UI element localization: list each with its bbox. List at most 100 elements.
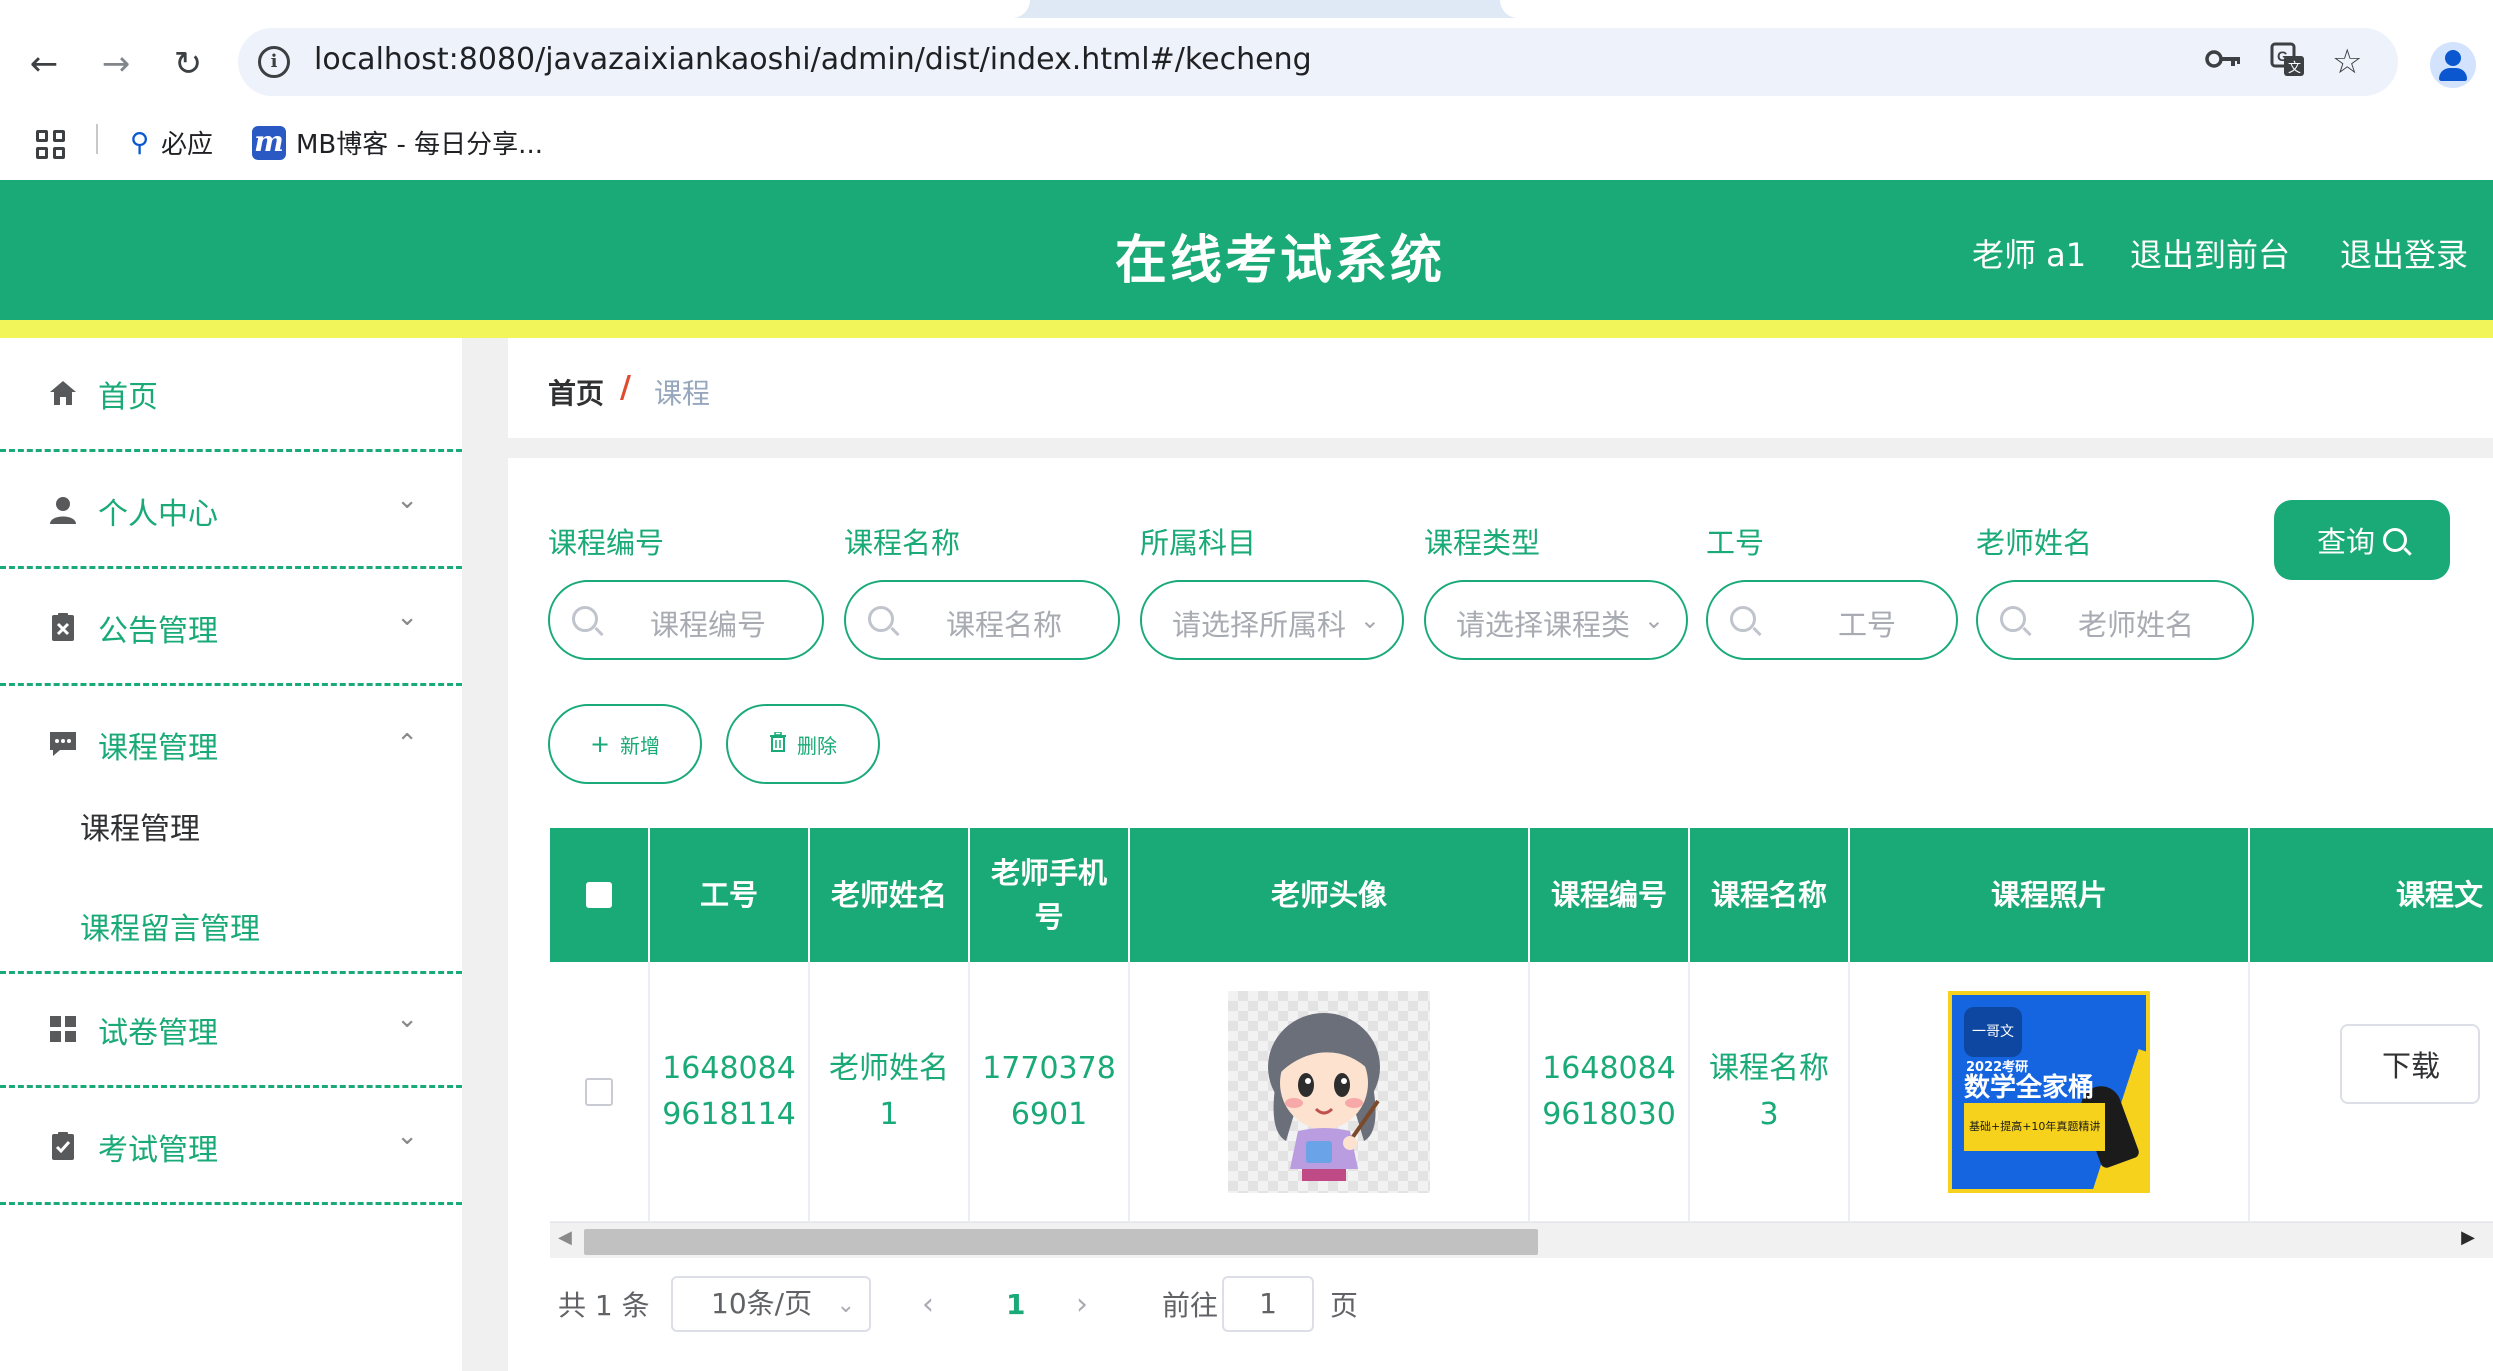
- column-header[interactable]: 工号: [650, 828, 810, 962]
- teacher-avatar-image[interactable]: [1228, 991, 1430, 1193]
- prev-page-icon[interactable]: ‹: [922, 1276, 934, 1332]
- input-placeholder: 课程编号: [650, 608, 767, 642]
- column-header[interactable]: 课程编号: [1530, 828, 1690, 962]
- bookmark-star-icon[interactable]: ☆: [2332, 42, 2362, 82]
- sidebar-item-label: 课程管理: [98, 731, 218, 766]
- chevron-down-icon: ⌄: [396, 1121, 418, 1151]
- logout-link[interactable]: 退出登录: [2340, 230, 2468, 276]
- query-button-label: 查询: [2316, 525, 2375, 559]
- course-code-input[interactable]: 课程编号: [548, 580, 824, 660]
- column-header[interactable]: 课程照片: [1850, 828, 2250, 962]
- bookmark-divider: [96, 124, 98, 154]
- breadcrumb-home[interactable]: 首页: [548, 372, 604, 412]
- back-to-front-link[interactable]: 退出到前台: [2130, 230, 2290, 276]
- staff-id-input[interactable]: 工号: [1706, 580, 1958, 660]
- course-table: 工号 老师姓名 老师手机 号 老师头像 课程编号 课程名称 课程照片 课程文 1…: [550, 828, 2493, 1266]
- course-name-input[interactable]: 课程名称: [844, 580, 1120, 660]
- cell-line: 课程名称: [1709, 1051, 1829, 1086]
- scroll-left-icon[interactable]: ◀: [558, 1227, 572, 1248]
- cell-teacher-name: 老师姓名 1: [810, 962, 970, 1222]
- column-header[interactable]: 课程名称: [1690, 828, 1850, 962]
- download-button[interactable]: 下载: [2340, 1024, 2480, 1104]
- browser-toolbar: ← → ↻ i localhost:8080/javazaixiankaoshi…: [0, 18, 2493, 110]
- delete-button[interactable]: 删除: [726, 704, 880, 784]
- cell-line: 老师姓名: [829, 1051, 949, 1086]
- reload-icon[interactable]: ↻: [166, 42, 210, 86]
- cell-course-code: 1648084 9618030: [1530, 962, 1690, 1222]
- sidebar-item-profile[interactable]: 个人中心 ⌄: [0, 455, 462, 569]
- app-header: 在线考试系统 老师 a1 退出到前台 退出登录: [0, 180, 2493, 320]
- browser-tab-active[interactable]: [0, 0, 1030, 18]
- search-icon: [572, 606, 598, 632]
- filter-label-course-code: 课程编号: [548, 526, 665, 560]
- horizontal-scrollbar[interactable]: ◀ ▶: [550, 1222, 2493, 1258]
- input-placeholder: 老师姓名: [2078, 608, 2195, 642]
- scroll-right-icon[interactable]: ▶: [2461, 1227, 2475, 1248]
- bookmarks-bar: ⚲ 必应 m MB博客 - 每日分享...: [0, 110, 2493, 180]
- search-icon: [2383, 528, 2407, 552]
- page-size-select[interactable]: 10条/页 ⌄: [671, 1276, 871, 1332]
- profile-avatar-icon[interactable]: [2430, 42, 2476, 88]
- query-button[interactable]: 查询: [2274, 500, 2450, 580]
- address-bar[interactable]: i localhost:8080/javazaixiankaoshi/admin…: [238, 28, 2398, 96]
- site-info-icon[interactable]: i: [258, 46, 290, 78]
- address-url[interactable]: localhost:8080/javazaixiankaoshi/admin/d…: [314, 42, 1312, 77]
- sidebar-item-notice[interactable]: 公告管理 ⌄: [0, 572, 462, 686]
- sidebar-item-exam[interactable]: 考试管理 ⌄: [0, 1091, 462, 1205]
- column-header[interactable]: 老师头像: [1130, 828, 1530, 962]
- sidebar-item-paper[interactable]: 试卷管理 ⌄: [0, 974, 462, 1088]
- add-button[interactable]: + 新增: [548, 704, 702, 784]
- select-all-checkbox[interactable]: [586, 882, 612, 908]
- subject-select[interactable]: 请选择所属科 ⌄: [1140, 580, 1404, 660]
- row-checkbox[interactable]: [585, 1078, 613, 1106]
- bookmark-bing[interactable]: ⚲ 必应: [130, 124, 213, 161]
- page-number-current[interactable]: 1: [1006, 1276, 1025, 1332]
- browser-tab[interactable]: [1500, 0, 2493, 18]
- next-page-icon[interactable]: ›: [1076, 1276, 1088, 1332]
- cell-line: 9618030: [1542, 1097, 1676, 1132]
- bookmark-mb-blog[interactable]: m MB博客 - 每日分享...: [252, 124, 543, 161]
- table-row: 1648084 9618114 老师姓名 1 1770378 6901 1648…: [550, 962, 2493, 1222]
- table-header: 工号 老师姓名 老师手机 号 老师头像 课程编号 课程名称 课程照片 课程文: [550, 828, 2493, 962]
- search-icon: [868, 606, 894, 632]
- sidebar-item-home[interactable]: 首页: [0, 338, 462, 452]
- chevron-down-icon: ⌄: [396, 485, 418, 515]
- sidebar-item-course[interactable]: 课程管理 ⌃: [0, 689, 462, 769]
- teacher-name-input[interactable]: 老师姓名: [1976, 580, 2254, 660]
- cell-line: 6901: [1010, 1097, 1088, 1132]
- goto-page-input[interactable]: 1: [1222, 1276, 1314, 1332]
- course-cover-image[interactable]: 一哥文 2022考研 数学全家桶 基础+提高+10年真题精讲 基础老也能听懂: [1948, 991, 2150, 1193]
- filter-label-course-type: 课程类型: [1424, 526, 1541, 560]
- column-header[interactable]: 课程文: [2250, 828, 2493, 962]
- translate-icon[interactable]: G文: [2270, 42, 2306, 87]
- apps-grid-icon[interactable]: [36, 130, 65, 159]
- cell-line: 1: [879, 1097, 899, 1132]
- scrollbar-thumb[interactable]: [584, 1229, 1538, 1255]
- goto-prefix: 前往: [1162, 1289, 1219, 1322]
- chat-icon: [48, 729, 78, 759]
- password-key-icon[interactable]: [2204, 42, 2242, 85]
- chevron-down-icon: ⌄: [396, 1004, 418, 1034]
- page-size-value: 10条/页: [711, 1287, 813, 1320]
- row-select-cell: [550, 962, 650, 1222]
- column-header[interactable]: 老师姓名: [810, 828, 970, 962]
- current-user: 老师 a1: [1972, 236, 2087, 274]
- column-header[interactable]: 老师手机 号: [970, 828, 1130, 962]
- sidebar-subitem-course-manage[interactable]: 课程管理: [80, 804, 200, 848]
- user-icon: [48, 495, 78, 525]
- filter-label-staff-id: 工号: [1706, 526, 1765, 560]
- bookmark-label: 必应: [161, 130, 214, 160]
- svg-text:文: 文: [2288, 61, 2301, 76]
- course-type-select[interactable]: 请选择课程类 ⌄: [1424, 580, 1688, 660]
- breadcrumb-current: 课程: [654, 377, 711, 410]
- clipboard-icon: [48, 1131, 78, 1161]
- content-panel: 课程编号 课程名称 所属科目 课程类型 工号 老师姓名 课程编号 课程名称 请选…: [508, 458, 2493, 1371]
- home-icon: [48, 378, 78, 408]
- filter-label-course-name: 课程名称: [844, 526, 961, 560]
- cell-line: 9618114: [662, 1097, 796, 1132]
- forward-icon[interactable]: →: [94, 42, 138, 86]
- sidebar-subitem-course-comments[interactable]: 课程留言管理: [80, 904, 260, 948]
- back-icon[interactable]: ←: [22, 42, 66, 86]
- search-icon: ⚲: [130, 127, 150, 158]
- cell-line: 1770378: [982, 1051, 1116, 1086]
